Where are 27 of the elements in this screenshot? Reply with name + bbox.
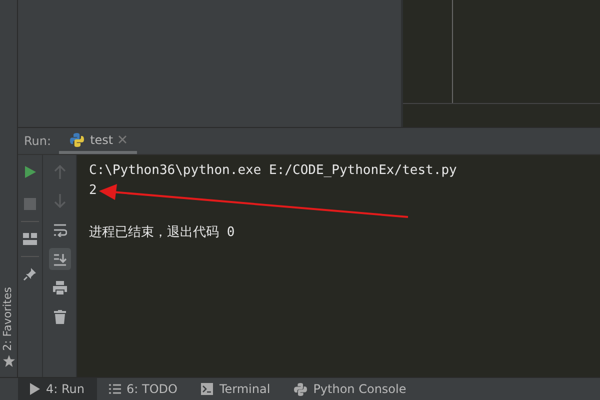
close-icon — [118, 135, 128, 144]
pin-icon — [23, 267, 37, 281]
run-icon — [30, 383, 40, 395]
scroll-end-icon — [52, 252, 66, 266]
star-icon — [2, 355, 14, 367]
terminal-icon — [201, 383, 214, 395]
stop-icon — [24, 198, 36, 210]
up-arrow-icon — [54, 165, 66, 179]
tool-window-tab[interactable]: 4: Run — [18, 378, 97, 400]
scroll-end-button[interactable] — [48, 248, 70, 270]
list-icon — [108, 384, 121, 394]
run-icon — [23, 165, 37, 179]
tool-window-tab[interactable]: 6: TODO — [96, 378, 190, 400]
output-line: 2 — [89, 182, 98, 200]
print-icon — [52, 281, 66, 295]
trash-icon — [54, 310, 66, 324]
down-arrow-icon — [54, 194, 66, 208]
panel-title: Run: — [23, 133, 52, 150]
python-icon — [69, 132, 86, 148]
layout-icon — [23, 233, 37, 245]
wrap-icon — [52, 223, 66, 237]
sidebar-tab[interactable]: 2: Favorites — [0, 287, 17, 351]
python-icon — [294, 382, 308, 396]
tool-window-tab[interactable]: Python Console — [282, 378, 418, 400]
command-line: C:\Python36\python.exe E:/CODE_PythonEx/test.py — [89, 162, 458, 180]
status-line: 进程已结束，退出代码 0 — [89, 224, 236, 242]
tool-window-tab[interactable]: Terminal — [189, 378, 282, 400]
